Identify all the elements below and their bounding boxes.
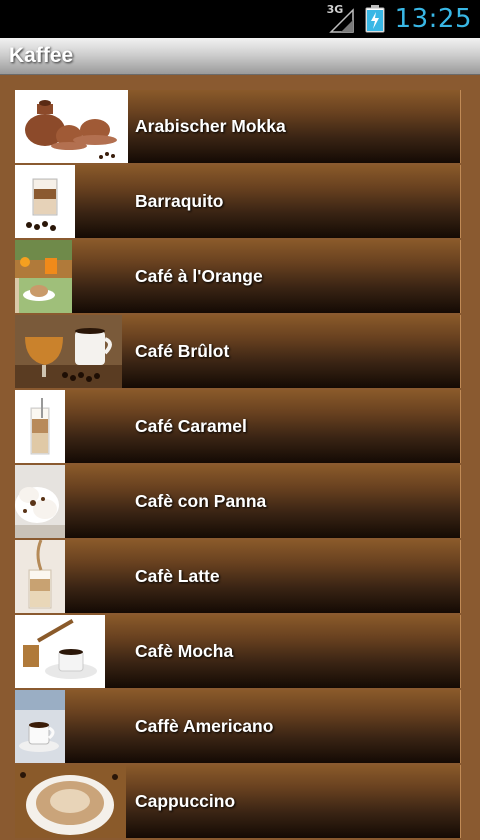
list-item[interactable]: Cafè Latte <box>15 540 461 613</box>
coffee-thumbnail <box>15 90 128 163</box>
coffee-list[interactable]: Arabischer Mokka Barraquito Café à l'Ora… <box>15 90 461 840</box>
list-item[interactable]: Café Caramel <box>15 390 461 463</box>
list-item[interactable]: Cappuccino <box>15 765 461 838</box>
coffee-thumbnail <box>15 390 65 463</box>
item-label: Cafè con Panna <box>135 491 267 511</box>
coffee-thumbnail <box>15 615 105 688</box>
coffee-thumbnail <box>15 765 126 838</box>
item-label: Caffè Americano <box>135 716 274 736</box>
list-item[interactable]: Cafè Mocha <box>15 615 461 688</box>
app-title: Kaffee <box>9 44 74 67</box>
list-item[interactable]: Barraquito <box>15 165 461 238</box>
coffee-thumbnail <box>15 165 75 238</box>
item-label: Café Brûlot <box>135 341 230 361</box>
coffee-thumbnail <box>15 315 122 388</box>
action-bar: Kaffee <box>0 38 480 75</box>
list-item[interactable]: Caffè Americano <box>15 690 461 763</box>
list-item[interactable]: Arabischer Mokka <box>15 90 461 163</box>
coffee-thumbnail <box>15 240 72 313</box>
clock: 13:25 <box>394 4 472 34</box>
item-label: Barraquito <box>135 191 224 211</box>
coffee-thumbnail <box>15 465 65 538</box>
item-label: Cafè Latte <box>135 566 220 586</box>
list-item[interactable]: Café Brûlot <box>15 315 461 388</box>
item-label: Café Caramel <box>135 416 247 436</box>
item-label: Café à l'Orange <box>135 266 263 286</box>
battery-charging-icon <box>365 5 385 33</box>
coffee-thumbnail <box>15 690 65 763</box>
coffee-thumbnail <box>15 540 65 613</box>
item-label: Arabischer Mokka <box>135 116 286 136</box>
status-icons: 3G 13:25 <box>327 0 472 38</box>
signal-icon: 3G <box>327 3 355 34</box>
list-item[interactable]: Cafè con Panna <box>15 465 461 538</box>
item-label: Cafè Mocha <box>135 641 234 661</box>
item-label: Cappuccino <box>135 791 236 811</box>
list-item[interactable]: Café à l'Orange <box>15 240 461 313</box>
status-bar: 3G 13:25 <box>0 0 480 38</box>
